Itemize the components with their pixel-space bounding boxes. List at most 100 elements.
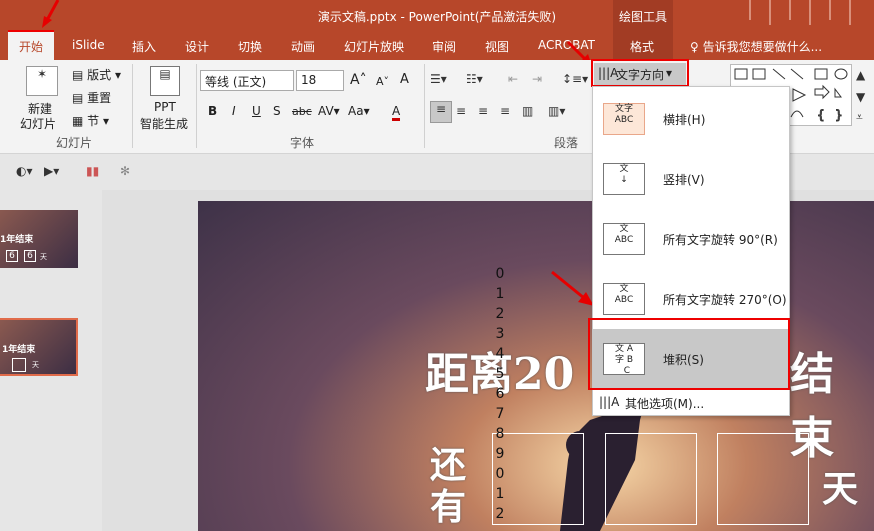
- stacked-digit: 4: [495, 346, 505, 362]
- distributed-icon[interactable]: ▥: [522, 104, 533, 118]
- thumb-box: [12, 358, 26, 372]
- char-spacing-label: AV: [318, 104, 334, 118]
- tab-islide[interactable]: iSlide: [72, 38, 105, 52]
- bold-button[interactable]: B: [208, 104, 217, 118]
- font-grow-label: A: [350, 72, 360, 88]
- section-button[interactable]: ▦ 节 ▾: [72, 112, 109, 129]
- menu-item-more-options[interactable]: |||A 其他选项(M)...: [593, 389, 789, 415]
- tab-slideshow[interactable]: 幻灯片放映: [344, 38, 404, 55]
- tab-insert[interactable]: 插入: [132, 38, 156, 55]
- search-placeholder: 告诉我您想要做什么...: [702, 40, 823, 54]
- horizontal-text-icon: 文字 ABC: [603, 103, 645, 135]
- highlight-box: [591, 59, 689, 87]
- slide-thumbnail-2[interactable]: 1年结束 天: [0, 318, 78, 376]
- highlight-box: [588, 318, 790, 390]
- reset-label: 重置: [87, 91, 112, 105]
- justify-icon[interactable]: ≡: [500, 104, 510, 118]
- reset-button[interactable]: ▤ 重置: [72, 89, 111, 106]
- more-options-icon: |||A: [599, 395, 620, 409]
- change-case-label: Aa: [348, 104, 364, 118]
- thumb-suffix: 天: [32, 361, 39, 369]
- font-group-label: 字体: [290, 136, 315, 150]
- divider: [196, 64, 197, 148]
- bullets-icon[interactable]: ☰▾: [430, 72, 447, 86]
- tab-view[interactable]: 视图: [485, 38, 509, 55]
- font-color-button[interactable]: A: [392, 104, 401, 121]
- menu-item-horizontal[interactable]: 文字 ABC 横排(H): [593, 89, 789, 149]
- slide-left-char[interactable]: 有: [430, 478, 466, 530]
- number-box[interactable]: [717, 433, 809, 525]
- gear-icon[interactable]: ✻: [120, 164, 130, 178]
- change-case-button[interactable]: Aa▾: [348, 104, 370, 118]
- gallery-down-icon[interactable]: ▼: [856, 90, 865, 104]
- red-arrow-annotation: [0, 240, 80, 300]
- gallery-up-icon[interactable]: ▲: [856, 68, 865, 82]
- line-spacing-icon[interactable]: ↕≡▾: [562, 72, 588, 86]
- columns-icon[interactable]: ▥▾: [548, 104, 565, 118]
- tell-me-search[interactable]: ♀ 告诉我您想要做什么...: [690, 38, 822, 55]
- layout-icon: ▤: [72, 68, 88, 82]
- tab-design[interactable]: 设计: [185, 38, 209, 55]
- tab-format[interactable]: 格式: [630, 38, 654, 55]
- building-decoration: [749, 0, 851, 25]
- font-grow-button[interactable]: A˄: [350, 72, 367, 88]
- thumb-text: 1年结束: [2, 345, 36, 355]
- menu-item-label: 所有文字旋转 90°(R): [663, 233, 778, 247]
- italic-button[interactable]: I: [232, 104, 236, 118]
- menu-item-label: 所有文字旋转 270°(O): [663, 293, 787, 307]
- strikethrough-button[interactable]: abc: [292, 105, 312, 118]
- menu-item-vertical[interactable]: 文 ↓ 竖排(V): [593, 149, 789, 209]
- tab-home[interactable]: 开始: [8, 30, 54, 60]
- rotate-90-icon: 文 ABC: [603, 223, 645, 255]
- stacked-digit: 0: [495, 266, 505, 282]
- align-right-icon[interactable]: ≡: [478, 104, 488, 118]
- decrease-indent-icon[interactable]: ⇤: [508, 72, 518, 86]
- number-box[interactable]: [605, 433, 697, 525]
- tab-transitions[interactable]: 切换: [238, 38, 262, 55]
- slide-right-word[interactable]: 天: [822, 460, 858, 512]
- section-label: 节: [87, 114, 100, 128]
- increase-indent-icon[interactable]: ⇥: [532, 72, 542, 86]
- align-center-icon[interactable]: ≡: [456, 104, 466, 118]
- stacked-digit: 2: [495, 306, 505, 322]
- char-spacing-button[interactable]: AV▾: [318, 104, 340, 118]
- svg-text:{: {: [817, 108, 825, 122]
- font-size-select[interactable]: 18: [296, 70, 344, 91]
- layout-button[interactable]: ▤ 版式 ▾: [72, 66, 121, 83]
- font-name-select[interactable]: 等线 (正文): [200, 70, 294, 91]
- font-shrink-button[interactable]: A˅: [376, 75, 389, 88]
- lightbulb-icon: ♀: [690, 40, 703, 54]
- new-slide-label2[interactable]: 幻灯片: [20, 115, 56, 132]
- shadow-button[interactable]: S: [273, 104, 281, 118]
- new-slide-icon[interactable]: ✶: [26, 66, 58, 96]
- clear-format-label: A: [400, 72, 409, 87]
- stacked-digit: 0: [495, 466, 505, 482]
- slideshow-icon[interactable]: ◐▾: [16, 164, 33, 178]
- underline-button[interactable]: U: [252, 104, 261, 118]
- svg-text:}: }: [835, 108, 843, 122]
- tab-animations[interactable]: 动画: [291, 38, 315, 55]
- stacked-digit: 9: [495, 446, 505, 462]
- divider: [424, 64, 425, 148]
- menu-item-label: 横排(H): [663, 113, 706, 127]
- ppt-generate-icon[interactable]: ▤: [150, 66, 180, 96]
- gallery-more-icon[interactable]: ⩡: [856, 110, 863, 125]
- stacked-digit: 7: [495, 406, 505, 422]
- tab-review[interactable]: 审阅: [432, 38, 456, 55]
- menu-item-rotate-90[interactable]: 文 ABC 所有文字旋转 90°(R): [593, 209, 789, 269]
- chart-icon[interactable]: ▮▮: [86, 164, 99, 178]
- vertical-text-icon: 文 ↓: [603, 163, 645, 195]
- reset-icon: ▤: [72, 91, 88, 105]
- record-icon[interactable]: ▶▾: [44, 164, 59, 178]
- layout-label: 版式: [87, 68, 112, 82]
- ppt-label[interactable]: PPT: [154, 100, 176, 114]
- numbering-icon[interactable]: ☷▾: [466, 72, 483, 86]
- stacked-digit: 8: [495, 426, 505, 442]
- clear-format-button[interactable]: A: [400, 72, 409, 87]
- align-left-icon[interactable]: ≡: [430, 101, 452, 123]
- stacked-digit: 5: [495, 366, 505, 382]
- more-options-label: 其他选项(M)...: [625, 397, 705, 411]
- red-arrow-annotation: [42, 0, 60, 28]
- ppt-label2[interactable]: 智能生成: [140, 115, 188, 132]
- stacked-digit: 3: [495, 326, 505, 342]
